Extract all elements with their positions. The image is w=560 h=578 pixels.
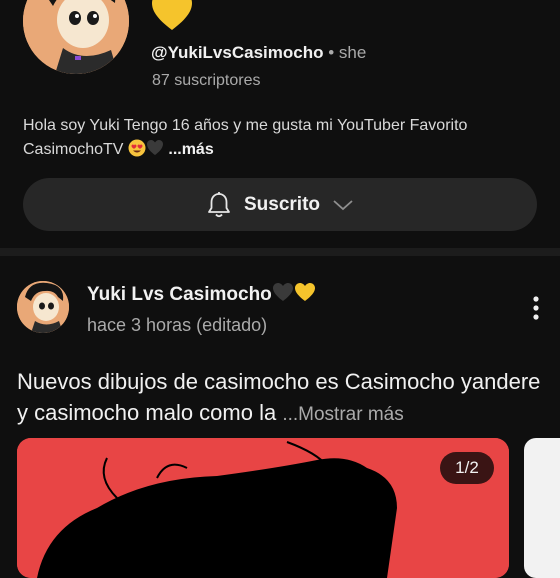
chevron-down-icon <box>333 199 353 210</box>
bio-more-link[interactable]: ...más <box>164 141 213 158</box>
subscribed-button[interactable]: Suscrito <box>23 178 537 231</box>
channel-handle[interactable]: @YukiLvsCasimocho <box>151 43 323 62</box>
black-heart-icon <box>272 283 293 301</box>
post-body: Nuevos dibujos de casimocho es Casimocho… <box>17 369 541 425</box>
yellow-heart-icon <box>152 0 192 30</box>
channel-avatar[interactable] <box>23 0 129 74</box>
post-author-name[interactable]: Yuki Lvs Casimocho <box>87 284 272 305</box>
subscriber-count: 87 suscriptores <box>152 72 261 89</box>
post-author-row: Yuki Lvs Casimocho <box>87 282 316 306</box>
more-options-icon[interactable] <box>528 295 544 321</box>
post-image[interactable] <box>17 438 509 578</box>
post-text[interactable]: Nuevos dibujos de casimocho es Casimocho… <box>17 366 547 430</box>
channel-handle-row: @YukiLvsCasimocho • she <box>151 43 366 63</box>
black-heart-icon <box>146 140 163 155</box>
bell-icon <box>208 191 230 217</box>
drawing-silhouette <box>17 438 509 578</box>
post-author-avatar[interactable] <box>17 281 69 333</box>
image-counter-badge: 1/2 <box>440 452 494 484</box>
show-more-link[interactable]: ...Mostrar más <box>282 404 403 425</box>
heart-eyes-emoji-icon <box>128 139 146 157</box>
yellow-heart-icon <box>294 283 315 301</box>
next-image-preview[interactable] <box>524 438 560 578</box>
subscribed-label: Suscrito <box>243 193 321 215</box>
bio-text: Hola soy Yuki Tengo 16 años y me gusta m… <box>23 117 468 158</box>
channel-bio[interactable]: Hola soy Yuki Tengo 16 años y me gusta m… <box>23 114 543 162</box>
post-timestamp: hace 3 horas (editado) <box>87 315 268 335</box>
channel-pronoun: • she <box>323 43 367 62</box>
section-divider <box>0 248 560 256</box>
